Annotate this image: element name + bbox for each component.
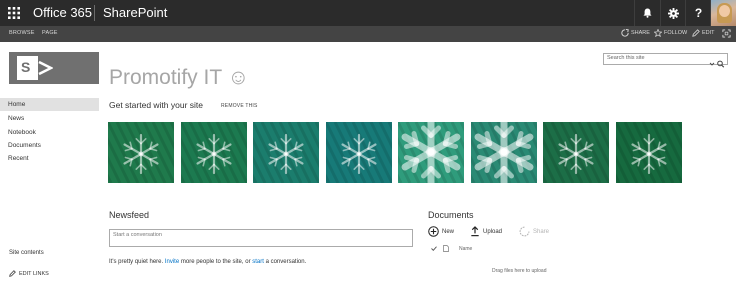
avatar[interactable] xyxy=(710,0,736,26)
get-started-tile[interactable] xyxy=(398,122,464,183)
drag-files-hint: Drag files here to upload xyxy=(492,268,547,274)
search-icon xyxy=(717,60,723,67)
sidebar-item-recent[interactable]: Recent xyxy=(0,152,99,165)
plus-circle-icon xyxy=(428,226,439,237)
gear-icon[interactable] xyxy=(660,0,686,26)
focus-mode-button[interactable] xyxy=(722,29,731,38)
follow-action[interactable]: FOLLOW xyxy=(654,29,687,37)
focus-icon xyxy=(722,29,731,38)
newsfeed-empty-message: It's pretty quiet here. Invite more peop… xyxy=(109,259,306,265)
quiet-text-3: a conversation. xyxy=(263,259,307,265)
tab-browse[interactable]: BROWSE xyxy=(9,30,35,36)
documents-heading[interactable]: Documents xyxy=(428,210,474,220)
get-started-tile[interactable] xyxy=(471,122,537,183)
documents-column-header: Name xyxy=(431,245,472,252)
upload-icon xyxy=(471,226,479,237)
tab-page[interactable]: PAGE xyxy=(42,30,58,36)
conversation-box[interactable]: Start a conversation xyxy=(109,229,413,247)
remove-this-link[interactable]: REMOVE THIS xyxy=(221,103,258,109)
get-started-tile[interactable] xyxy=(616,122,682,183)
pencil-icon xyxy=(9,270,16,277)
share-icon xyxy=(519,226,530,237)
logo-arrow-icon xyxy=(38,60,53,76)
logo-letter: S xyxy=(21,59,31,75)
edit-action[interactable]: EDIT xyxy=(692,29,715,37)
site-title[interactable]: Promotify IT ☺ xyxy=(109,66,249,90)
app-launcher-icon[interactable] xyxy=(0,0,28,26)
avatar-face xyxy=(719,5,730,17)
edit-links-button[interactable]: EDIT LINKS xyxy=(9,270,49,277)
get-started-tile[interactable] xyxy=(108,122,174,183)
file-type-icon xyxy=(443,245,449,252)
share-document-button[interactable]: Share xyxy=(519,226,549,237)
sharepoint-app-name[interactable]: SharePoint xyxy=(103,5,167,20)
pencil-icon xyxy=(692,29,700,37)
quiet-text-1: It's pretty quiet here. xyxy=(109,259,165,265)
upload-button[interactable]: Upload xyxy=(470,226,502,237)
get-started-tile[interactable] xyxy=(253,122,319,183)
get-started-heading: Get started with your site xyxy=(109,100,204,110)
invite-link[interactable]: Invite xyxy=(165,259,179,265)
upload-label: Upload xyxy=(483,228,503,235)
share-label: Share xyxy=(533,228,550,235)
name-column-header[interactable]: Name xyxy=(459,246,472,252)
ribbon-bar: BROWSE PAGE SHARE FOLLOW EDIT xyxy=(0,26,736,42)
sidebar-item-notebook[interactable]: Notebook xyxy=(0,126,99,139)
suite-bar-divider xyxy=(94,5,95,21)
share-action[interactable]: SHARE xyxy=(621,29,650,37)
help-icon[interactable]: ? xyxy=(685,0,711,26)
get-started-tile[interactable] xyxy=(326,122,392,183)
chevron-down-icon xyxy=(709,62,715,66)
search-input[interactable]: Search this site xyxy=(607,55,645,61)
newsfeed-heading[interactable]: Newsfeed xyxy=(109,210,149,220)
office-365-brand[interactable]: Office 365 xyxy=(33,5,92,20)
get-started-tile[interactable] xyxy=(181,122,247,183)
search-controls[interactable] xyxy=(709,55,725,73)
new-document-button[interactable]: New xyxy=(428,226,454,237)
checkmark-icon[interactable] xyxy=(431,246,437,251)
conversation-input[interactable]: Start a conversation xyxy=(113,232,162,238)
bell-icon[interactable] xyxy=(634,0,660,26)
edit-label: EDIT xyxy=(702,30,715,36)
site-contents-link[interactable]: Site contents xyxy=(9,250,44,256)
sidebar-item-home[interactable]: Home xyxy=(0,98,99,111)
quiet-text-2: more people to the site, or xyxy=(179,259,253,265)
sidebar-item-documents[interactable]: Documents xyxy=(0,139,99,152)
suite-bar: Office 365 SharePoint ? xyxy=(0,0,736,26)
search-box[interactable]: Search this site xyxy=(603,53,728,68)
new-label: New xyxy=(442,228,455,235)
edit-links-label: EDIT LINKS xyxy=(19,270,49,277)
star-icon xyxy=(654,29,662,37)
share-icon xyxy=(621,29,629,37)
start-conversation-link[interactable]: start xyxy=(252,259,264,265)
share-label: SHARE xyxy=(631,30,650,36)
sidebar-item-news[interactable]: News xyxy=(0,112,99,125)
follow-label: FOLLOW xyxy=(664,30,688,36)
get-started-tile[interactable] xyxy=(543,122,609,183)
site-logo[interactable]: S xyxy=(9,52,99,84)
